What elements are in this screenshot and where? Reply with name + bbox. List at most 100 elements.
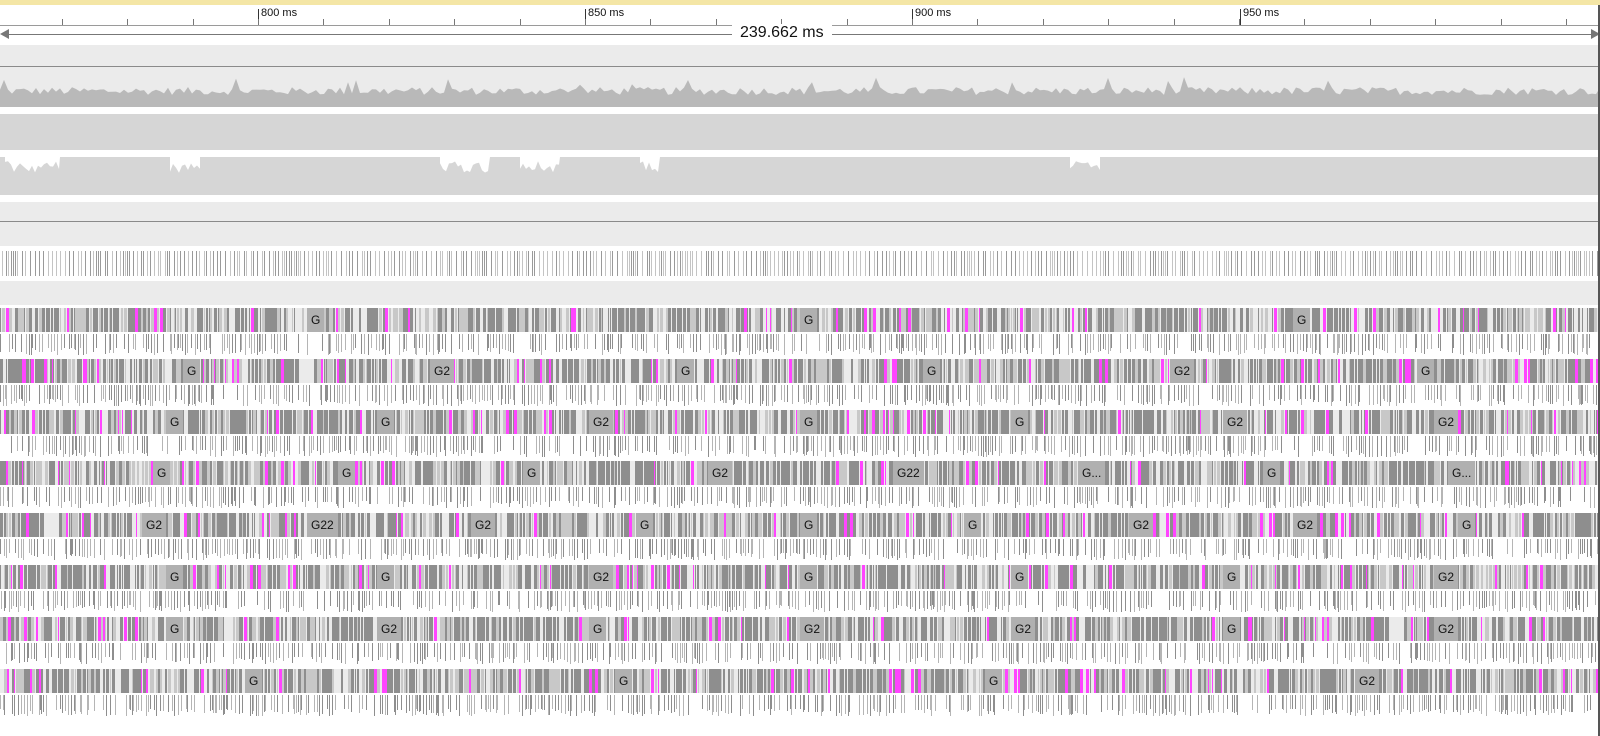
network-track[interactable]: [0, 202, 1600, 246]
frame-marker: [1057, 251, 1058, 276]
frame-marker: [1515, 251, 1516, 276]
gc-event-label[interactable]: G: [800, 410, 818, 434]
gc-event-label[interactable]: G: [1458, 513, 1476, 537]
gc-event-label[interactable]: G: [183, 359, 201, 383]
gc-event-label[interactable]: G: [1263, 461, 1281, 485]
gc-event-label[interactable]: G2: [589, 565, 614, 589]
gc-event-label[interactable]: G: [307, 308, 325, 332]
gc-event-label[interactable]: G: [166, 410, 184, 434]
interactions-track[interactable]: [0, 281, 1600, 305]
gc-event-label[interactable]: G: [923, 359, 941, 383]
gc-event-label[interactable]: G2: [1011, 617, 1036, 641]
memory-track[interactable]: [0, 114, 1600, 150]
gc-event-label[interactable]: G2: [1434, 617, 1459, 641]
thread-track-6[interactable]: G G G2 G G G G2: [0, 565, 1600, 613]
frame-markers: [2, 251, 1600, 276]
gc-event-label[interactable]: G: [636, 513, 654, 537]
gc-event-label[interactable]: G: [1293, 308, 1311, 332]
gc-event-label[interactable]: G2: [1293, 513, 1318, 537]
ruler-minor-tick: [389, 19, 390, 25]
gc-event-label[interactable]: G2: [1223, 410, 1248, 434]
gc-event-label[interactable]: G2: [800, 617, 825, 641]
gc-event-label[interactable]: G: [800, 308, 818, 332]
gc-event-label[interactable]: G: [677, 359, 695, 383]
gc-event-label[interactable]: G: [964, 513, 982, 537]
frame-marker: [1569, 251, 1570, 276]
frame-marker: [415, 251, 416, 276]
thread-flame-chart: [0, 359, 1600, 406]
gc-event-label[interactable]: G: [1417, 359, 1435, 383]
frame-marker: [169, 251, 170, 276]
gc-event-label[interactable]: G: [800, 513, 818, 537]
gc-event-label[interactable]: G: [985, 669, 1003, 693]
gc-event-label[interactable]: G2: [1355, 669, 1380, 693]
gc-event-label[interactable]: G: [800, 565, 818, 589]
frame-marker: [532, 251, 533, 276]
frame-marker: [674, 251, 675, 276]
frame-marker: [1100, 251, 1101, 276]
frame-marker: [974, 251, 975, 276]
frame-marker: [78, 251, 79, 276]
gc-event-label[interactable]: G2: [1434, 565, 1459, 589]
frame-marker: [631, 251, 632, 276]
time-ruler[interactable]: 800 ms 850 ms 900 ms 950 ms: [0, 5, 1600, 26]
frame-marker: [893, 251, 894, 276]
thread-track-8[interactable]: G G G G2: [0, 669, 1600, 717]
gc-event-label[interactable]: G: [245, 669, 263, 693]
gc-event-label[interactable]: G...: [1448, 461, 1476, 485]
gc-event-label[interactable]: G: [589, 617, 607, 641]
frame-marker: [1412, 251, 1413, 276]
frame-marker: [217, 251, 218, 276]
gc-event-label[interactable]: G2: [708, 461, 733, 485]
gc-event-label[interactable]: G22: [307, 513, 338, 537]
gc-event-label[interactable]: G: [377, 565, 395, 589]
frame-marker: [1586, 251, 1587, 276]
frame-marker: [379, 251, 380, 276]
frames-track[interactable]: [0, 251, 1600, 278]
frame-marker: [426, 251, 427, 276]
thread-track-3[interactable]: G G G2 G G G2 G2: [0, 410, 1600, 458]
frame-marker: [294, 251, 295, 276]
gc-event-label[interactable]: G: [1011, 410, 1029, 434]
gc-event-label[interactable]: G: [615, 669, 633, 693]
gc-event-label[interactable]: G2: [142, 513, 167, 537]
frame-marker: [665, 251, 666, 276]
thread-track-5[interactable]: G2 G22 G2 G G G G2 G2 G: [0, 513, 1600, 561]
cpu-usage-track[interactable]: [0, 45, 1600, 107]
gc-event-label[interactable]: G2: [589, 410, 614, 434]
frame-marker: [539, 251, 540, 276]
gc-event-label[interactable]: G: [166, 617, 184, 641]
frame-marker: [765, 251, 766, 276]
frame-marker: [69, 251, 70, 276]
thread-track-1[interactable]: GGG: [0, 308, 1600, 356]
frame-marker: [174, 251, 175, 276]
frame-marker: [1542, 251, 1543, 276]
gc-event-label[interactable]: G2: [1129, 513, 1154, 537]
gc-event-label[interactable]: G2: [1434, 410, 1459, 434]
frame-marker: [1400, 251, 1401, 276]
frame-marker: [1254, 251, 1255, 276]
thread-track-2[interactable]: G G2 G G G2 G: [0, 359, 1600, 407]
gc-event-label[interactable]: G22: [893, 461, 924, 485]
heap-track[interactable]: [0, 157, 1600, 195]
gc-event-label[interactable]: G2: [1170, 359, 1195, 383]
gc-event-label[interactable]: G: [153, 461, 171, 485]
gc-event-label[interactable]: G2: [377, 617, 402, 641]
gc-event-label[interactable]: G: [1223, 617, 1241, 641]
thread-track-4[interactable]: G G G G2 G22 G... G G...: [0, 461, 1600, 509]
gc-event-label[interactable]: G: [1011, 565, 1029, 589]
gc-event-label[interactable]: G: [166, 565, 184, 589]
gc-event-label[interactable]: G: [377, 410, 395, 434]
thread-track-7[interactable]: G G2 G G2 G2 G G2: [0, 617, 1600, 665]
gc-event-label[interactable]: G2: [430, 359, 455, 383]
ruler-minor-tick: [62, 19, 63, 25]
frame-marker: [204, 251, 205, 276]
frame-marker: [1165, 251, 1166, 276]
gc-event-label[interactable]: G: [338, 461, 356, 485]
gc-event-label[interactable]: G: [1223, 565, 1241, 589]
gc-event-label[interactable]: G2: [471, 513, 496, 537]
frame-marker: [105, 251, 106, 276]
frame-marker: [1082, 251, 1083, 276]
gc-event-label[interactable]: G: [523, 461, 541, 485]
gc-event-label[interactable]: G...: [1078, 461, 1106, 485]
